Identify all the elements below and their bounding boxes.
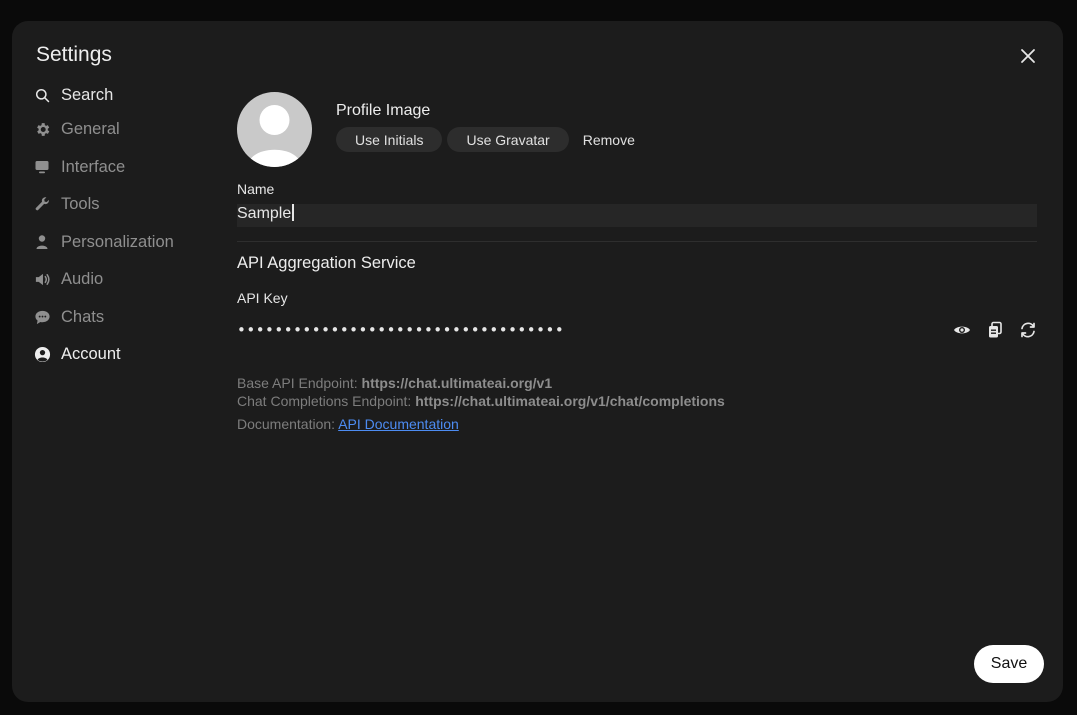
monitor-icon <box>33 158 51 176</box>
sidebar-item-label: Chats <box>61 307 105 326</box>
completions-endpoint-value: https://chat.ultimateai.org/v1/chat/comp… <box>415 393 725 409</box>
sidebar-search-label: Search <box>61 85 114 104</box>
profile-image-label: Profile Image <box>336 102 431 119</box>
completions-endpoint-label: Chat Completions Endpoint: <box>237 393 412 409</box>
copy-key-button[interactable] <box>985 320 1004 339</box>
sidebar-item-label: Personalization <box>61 232 174 251</box>
base-endpoint-label: Base API Endpoint: <box>237 375 358 391</box>
close-icon <box>1021 49 1035 63</box>
settings-dialog: Settings Search General Interface Tools … <box>12 21 1063 702</box>
base-endpoint-value: https://chat.ultimateai.org/v1 <box>361 375 553 391</box>
text-caret <box>292 204 295 221</box>
sidebar-item-personalization[interactable]: Personalization <box>32 224 202 262</box>
name-field-value: Sample <box>237 205 292 222</box>
sidebar-item-general[interactable]: General <box>32 111 202 149</box>
save-button[interactable]: Save <box>974 645 1044 683</box>
sidebar-item-label: Tools <box>61 195 100 214</box>
sidebar-item-chats[interactable]: Chats <box>32 299 202 337</box>
profile-image-controls: Profile Image Use Initials Use Gravatar … <box>336 102 644 152</box>
wrench-icon <box>33 196 51 214</box>
name-label: Name <box>237 181 275 197</box>
sidebar-item-label: Account <box>61 345 121 364</box>
user-circle-icon <box>33 346 51 364</box>
api-key-actions <box>952 320 1037 339</box>
show-key-button[interactable] <box>952 320 971 339</box>
sidebar-item-label: General <box>61 120 120 139</box>
sidebar-item-tools[interactable]: Tools <box>32 186 202 224</box>
sidebar-item-label: Interface <box>61 157 126 176</box>
api-key-label: API Key <box>237 290 288 306</box>
base-endpoint-row: Base API Endpoint: https://chat.ultimate… <box>237 374 725 392</box>
endpoint-info: Base API Endpoint: https://chat.ultimate… <box>237 374 725 410</box>
settings-sidebar: Search General Interface Tools Personali <box>32 79 202 374</box>
completions-endpoint-row: Chat Completions Endpoint: https://chat.… <box>237 392 725 410</box>
chat-bubble-icon <box>33 308 51 326</box>
api-key-masked-value: ••••••••••••••••••••••••••••••••••• <box>237 321 565 339</box>
refresh-icon <box>1020 322 1035 337</box>
gear-icon <box>33 121 51 139</box>
documentation-row: Documentation: API Documentation <box>237 416 459 432</box>
dialog-title: Settings <box>36 43 112 66</box>
person-icon <box>33 233 51 251</box>
close-button[interactable] <box>1019 47 1037 65</box>
clipboard-icon <box>988 321 1002 337</box>
name-field[interactable]: Sample <box>237 204 1037 227</box>
default-user-avatar-icon <box>248 105 301 167</box>
regenerate-key-button[interactable] <box>1018 320 1037 339</box>
sidebar-search[interactable]: Search <box>32 79 202 111</box>
documentation-label: Documentation: <box>237 416 336 432</box>
eye-icon <box>953 326 970 333</box>
use-initials-button[interactable]: Use Initials <box>336 127 443 152</box>
sidebar-item-interface[interactable]: Interface <box>32 149 202 187</box>
sidebar-item-label: Audio <box>61 270 104 289</box>
use-gravatar-button[interactable]: Use Gravatar <box>447 127 569 152</box>
remove-image-button[interactable]: Remove <box>574 132 644 148</box>
api-section-title: API Aggregation Service <box>237 254 416 272</box>
avatar[interactable] <box>237 92 312 167</box>
search-icon <box>33 86 51 104</box>
sidebar-item-audio[interactable]: Audio <box>32 261 202 299</box>
api-documentation-link[interactable]: API Documentation <box>338 416 459 432</box>
section-divider <box>237 241 1037 242</box>
sidebar-item-account[interactable]: Account <box>32 336 202 374</box>
speaker-icon <box>33 271 51 289</box>
